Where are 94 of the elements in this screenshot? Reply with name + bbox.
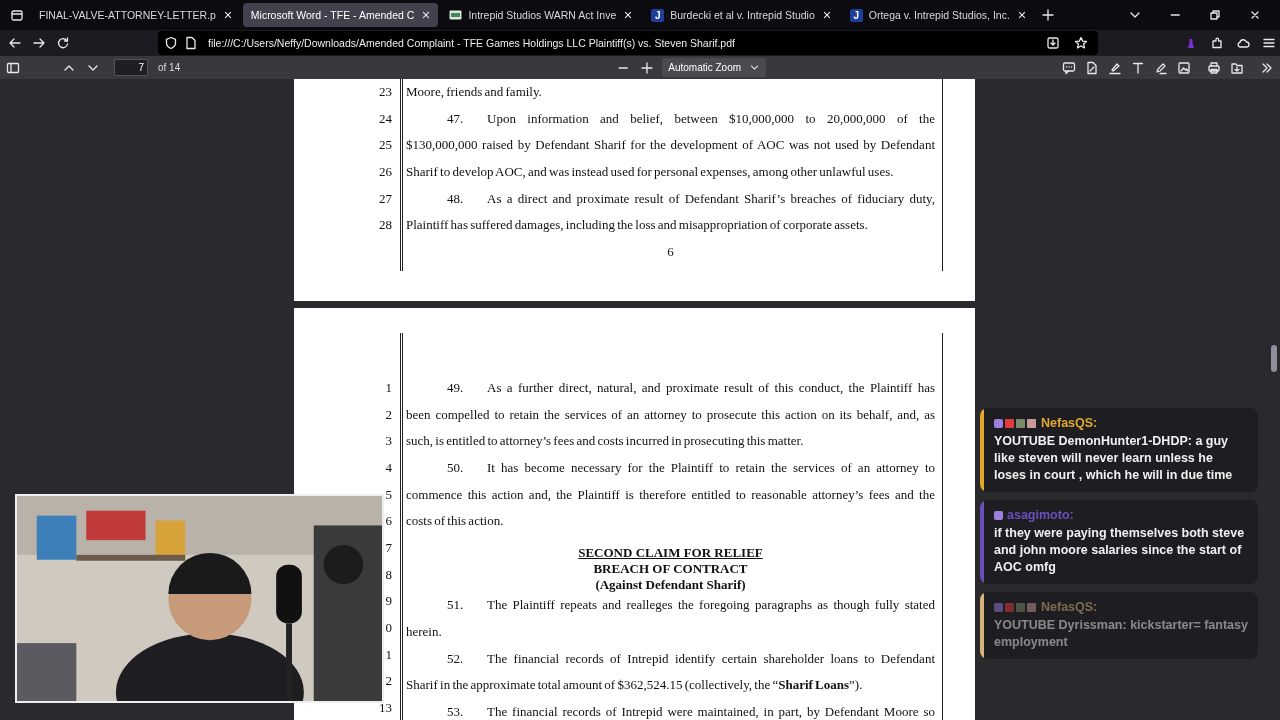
caret-icon: [749, 62, 761, 73]
site-icon: J: [651, 8, 665, 22]
document-text: $130,000,000 raised by Defendant Sharif for the development of AOC was not used by Defendant: [406, 136, 935, 155]
paragraph-number: 50.: [447, 458, 465, 477]
site-icon: [449, 10, 463, 20]
line-number: 8: [385, 565, 392, 584]
comment-icon: [1062, 60, 1076, 75]
text-icon: [1131, 60, 1145, 75]
line-number: 28: [379, 216, 392, 235]
badge-icon: [994, 509, 1004, 521]
line-number: 25: [379, 136, 392, 155]
badge-icons: [994, 601, 1038, 613]
line-number: 13: [379, 699, 392, 718]
section-heading: BREACH OF CONTRACT: [593, 560, 748, 577]
scrollbar-thumb[interactable]: [1271, 345, 1277, 372]
line-number: 3: [385, 432, 392, 451]
url-text: file:///C:/Users/Neffy/Downloads/Amended Complaint - TFE Games Holdings LLC Plaintiff(s) vs. Steven Sharif.pdf: [208, 37, 735, 49]
menu-icon: [1262, 36, 1276, 50]
line-number: 4: [385, 458, 392, 477]
chat-username: asagimoto:: [1007, 508, 1074, 522]
line-number: 27: [379, 189, 392, 208]
document-text: Plaintiff has suffered damages, including the loss and misappropriation of corporate assets.: [406, 216, 869, 235]
document-text: It has become necessary for the Plaintiff to retain the services of an attorney to: [487, 458, 935, 477]
document-text: Moore, friends and family.: [406, 83, 543, 101]
document-text: The financial records of Intrepid were maintained, in part, by Defendant Moore so: [487, 703, 935, 720]
chat-username: NefasQS:: [1041, 416, 1098, 430]
sync-icon: [1236, 36, 1250, 50]
browser-tab[interactable]: J Ortega v. Intrepid Studios, Inc.: [841, 3, 1034, 27]
line-number: 6: [385, 512, 392, 531]
bookmark-icon: [1074, 36, 1088, 50]
print-icon: [1207, 60, 1221, 75]
paragraph-number: 51.: [447, 596, 465, 615]
browser-tab[interactable]: Intrepid Studios WARN Act Inve: [441, 3, 641, 27]
paragraph-number: 49.: [447, 378, 465, 397]
line-number: 1: [385, 378, 392, 397]
document-text: commence this action and, the Plaintiff is therefore entitled to reasonable attorney’s fees and the: [406, 485, 935, 504]
paragraph-number: 48.: [447, 189, 465, 208]
document-text: Sharif in the approximate total amount of $362,524.15 (collectively, the “Sharif Loans”).: [406, 676, 864, 695]
chat-text: if they were paying themselves both steve and john moore salaries since the start of AOC omfg: [994, 525, 1246, 576]
line-number: 24: [379, 109, 392, 128]
browser-tab[interactable]: FINAL-VALVE-ATTORNEY-LETTER.p: [31, 3, 240, 27]
page-count: of 14: [158, 62, 181, 73]
new-tab-icon: [1040, 8, 1055, 22]
page-number-field[interactable]: 7: [114, 59, 148, 76]
line-number: 0: [385, 619, 392, 637]
sidebar-toggle-icon: [6, 60, 20, 75]
line-number: 2: [385, 405, 392, 424]
zoom-out-icon: [618, 66, 629, 69]
forward-icon: [32, 36, 46, 50]
sign-icon: [1085, 60, 1099, 75]
back-icon: [8, 36, 22, 50]
document-text: Upon information and belief, between $10,000,000 to 20,000,000 of the: [487, 109, 935, 128]
document-text: Sharif to develop AOC, and was instead used for personal expenses, among other unlawful uses.: [406, 163, 895, 182]
line-number: 7: [385, 538, 392, 557]
document-text: been compelled to retain the services of an attorney to prosecute this action on its behalf, and, as: [406, 405, 935, 424]
document-text: The Plaintiff repeats and realleges the foregoing paragraphs as though fully stated: [487, 596, 935, 615]
line-number: 2: [385, 672, 392, 691]
restore-icon: [1208, 8, 1222, 22]
chat-text: YOUTUBE Dyrissman: kickstarter= fantasy employment: [994, 617, 1248, 651]
line-number: 1: [385, 645, 392, 664]
paragraph-number: 47.: [447, 109, 465, 128]
image-icon: [1177, 60, 1191, 75]
document-text: The financial records of Intrepid identify certain shareholder loans to Defendant: [487, 649, 935, 668]
page-icon: [184, 36, 198, 50]
browser-tab[interactable]: J Burdecki et al v. Intrepid Studio: [643, 3, 839, 27]
document-text: As a direct and proximate result of Defendant Sharif’s breaches of fiduciary duty,: [487, 189, 935, 208]
document-text: As a further direct, natural, and proximate result of this conduct, the Plaintiff has: [487, 378, 935, 397]
page-number: 6: [667, 244, 674, 260]
shield-icon: [164, 36, 178, 50]
save-to-pocket-icon: [1046, 36, 1060, 50]
zoom-select[interactable]: Automatic Zoom: [662, 58, 767, 77]
line-number: 23: [379, 83, 392, 101]
line-number: 26: [379, 163, 392, 182]
line-number: 9: [385, 592, 392, 611]
reload-icon: [56, 36, 70, 50]
chat-text: YOUTUBE DemonHunter1-DHDP: a guy like steven will never learn unless he loses in court , which he will in due time: [994, 433, 1234, 484]
badge-icons: [994, 417, 1038, 429]
extensions-icon: [1210, 36, 1224, 50]
browser-tab[interactable]: Microsoft Word - TFE - Amended C: [242, 3, 439, 27]
section-heading: SECOND CLAIM FOR RELIEF: [578, 544, 763, 561]
chat-username: NefasQS:: [1041, 600, 1098, 614]
minimize-icon: [1169, 14, 1181, 16]
paragraph-number: 53.: [447, 703, 465, 720]
zoom-in-icon: [640, 60, 655, 75]
site-icon: J: [849, 8, 863, 22]
paragraph-number: 52.: [447, 649, 465, 668]
document-text: such, is entitled to attorney’s fees and costs incurred in prosecuting this matter.: [406, 432, 805, 451]
section-heading: (Against Defendant Sharif): [595, 576, 746, 593]
tab-list-icon: [10, 8, 24, 22]
save-icon: [1230, 60, 1244, 75]
document-text: costs of this action.: [406, 512, 505, 531]
document-text: herein.: [406, 623, 443, 641]
line-number: 5: [385, 485, 392, 504]
address-bar[interactable]: file:///C:/Users/Neffy/Downloads/Amended Complaint - TFE Games Holdings LLC Plaintiff(s) vs. Steven Sharif.pdf: [158, 31, 1098, 55]
